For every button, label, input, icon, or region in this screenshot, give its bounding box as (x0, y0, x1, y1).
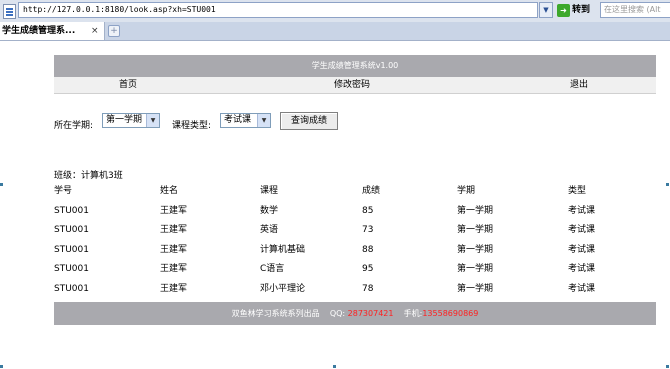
score-cell: 95 (362, 264, 374, 274)
table-row: STU001 王建军 计算机基础 88 第一学期 考试课 (54, 241, 656, 261)
grades-table: 学号 姓名 课程 成绩 学期 类型 STU001 王建军 数学 85 第一学期 … (54, 182, 656, 299)
query-filters: 所在学期: 第一学期 ▼ 课程类型: 考试课 ▼ 查询成绩 (54, 112, 454, 132)
type-cell: 考试课 (568, 225, 596, 235)
tab-title: 学生成绩管理系... (2, 26, 76, 36)
resize-handle[interactable] (0, 183, 3, 186)
column-header: 姓名 (160, 186, 179, 196)
course-type-select[interactable]: 考试课 ▼ (220, 113, 271, 128)
nav-menu: 首页 修改密码 退出 (54, 77, 656, 94)
name-cell: 王建军 (160, 225, 188, 235)
table-row: STU001 王建军 英语 73 第一学期 考试课 (54, 221, 656, 241)
type-cell: 考试课 (568, 283, 596, 294)
chevron-down-icon: ▼ (146, 114, 159, 127)
chevron-down-icon: ▼ (257, 114, 270, 127)
name-cell: 王建军 (160, 244, 188, 255)
nav-logout-link[interactable]: 退出 (570, 77, 588, 93)
score-cell: 88 (362, 244, 374, 255)
name-cell: 王建军 (160, 283, 188, 294)
term-label: 所在学期: (54, 121, 94, 131)
score-cell: 73 (362, 225, 374, 235)
page-title: 学生成绩管理系统v1.00 (54, 55, 656, 77)
name-cell: 王建军 (160, 205, 188, 216)
score-cell: 78 (362, 283, 374, 294)
student-id-cell: STU001 (54, 244, 89, 255)
table-header-row: 学号 姓名 课程 成绩 学期 类型 (54, 182, 656, 202)
term-cell: 第一学期 (457, 205, 494, 216)
course-cell: 数学 (260, 205, 279, 216)
table-row: STU001 王建军 邓小平理论 78 第一学期 考试课 (54, 280, 656, 300)
close-icon[interactable]: × (91, 22, 99, 40)
new-tab-icon[interactable]: + (108, 25, 120, 37)
table-row: STU001 王建军 数学 85 第一学期 考试课 (54, 202, 656, 222)
course-cell: 计算机基础 (260, 244, 306, 255)
resize-handle[interactable] (666, 183, 669, 186)
column-header: 类型 (568, 186, 587, 196)
type-cell: 考试课 (568, 205, 596, 216)
student-id-cell: STU001 (54, 283, 89, 294)
type-cell: 考试课 (568, 244, 596, 255)
tab-student-grades[interactable]: 学生成绩管理系... × (0, 22, 105, 40)
footer-phone: 13558690869 (422, 309, 479, 318)
course-cell: 英语 (260, 225, 279, 235)
browser-tab-bar: 学生成绩管理系... × + (0, 22, 670, 41)
class-label: 班级：计算机3班 (54, 171, 123, 181)
term-cell: 第一学期 (457, 264, 494, 274)
resize-handle[interactable] (0, 365, 3, 368)
url-input[interactable]: http://127.0.0.1:8180/look.asp?xh=STU001 (18, 2, 538, 18)
footer-qq: 287307421 (347, 309, 394, 318)
resize-handle[interactable] (666, 365, 669, 368)
term-cell: 第一学期 (457, 244, 494, 255)
name-cell: 王建军 (160, 264, 188, 274)
footer-phone-label: 手机: (403, 309, 423, 318)
type-cell: 考试课 (568, 264, 596, 274)
course-cell: 邓小平理论 (260, 283, 306, 294)
column-header: 课程 (260, 186, 279, 196)
student-id-cell: STU001 (54, 264, 89, 274)
query-grades-button[interactable]: 查询成绩 (280, 112, 338, 130)
term-cell: 第一学期 (457, 225, 494, 235)
page-footer: 双鱼林学习系统系列出品 QQ: 287307421 手机:13558690869 (54, 302, 656, 325)
column-header: 学期 (457, 186, 476, 196)
table-row: STU001 王建军 C语言 95 第一学期 考试课 (54, 260, 656, 280)
url-dropdown-icon[interactable]: ▼ (539, 2, 553, 18)
footer-qq-label: QQ: (329, 309, 346, 318)
page-icon (3, 4, 16, 19)
course-type-label: 课程类型: (172, 121, 212, 131)
column-header: 成绩 (362, 186, 381, 196)
search-input[interactable]: 在这里搜索 (Alt (600, 2, 670, 18)
term-select[interactable]: 第一学期 ▼ (102, 113, 160, 128)
term-cell: 第一学期 (457, 283, 494, 294)
go-arrow-icon: ➜ (557, 3, 570, 17)
footer-brand: 双鱼林学习系统系列出品 (231, 309, 320, 318)
column-header: 学号 (54, 186, 73, 196)
student-id-cell: STU001 (54, 225, 89, 235)
student-id-cell: STU001 (54, 205, 89, 216)
go-button[interactable]: ➜ 转到 (557, 2, 599, 18)
resize-handle[interactable] (333, 365, 336, 368)
nav-change-password-link[interactable]: 修改密码 (334, 77, 370, 93)
browser-address-bar: http://127.0.0.1:8180/look.asp?xh=STU001… (0, 0, 670, 23)
course-cell: C语言 (260, 264, 285, 274)
nav-home-link[interactable]: 首页 (119, 77, 137, 93)
score-cell: 85 (362, 205, 374, 216)
